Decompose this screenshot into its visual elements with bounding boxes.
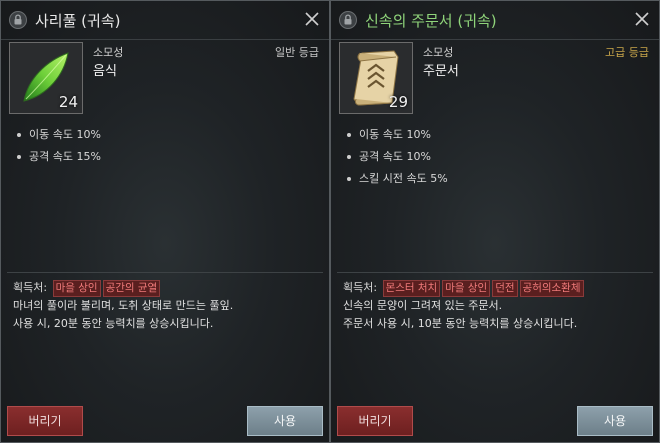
item-tooltip-panel: 신속의 주문서 (귀속) 29 소모성 주문서 고급 등급 이동 속도 10% … <box>330 0 660 443</box>
acquire-label: 획득처: <box>343 281 378 294</box>
item-slot: 24 <box>9 42 83 114</box>
item-category: 음식 <box>93 64 117 79</box>
divider <box>7 272 323 273</box>
stat-item: 공격 속도 10% <box>347 146 448 168</box>
description-line: 신속의 문양이 그려져 있는 주문서. <box>343 299 503 312</box>
acquire-sources: 획득처: 마을 상인 공간의 균열 <box>13 279 161 297</box>
acquire-tag[interactable]: 공간의 균열 <box>102 280 161 297</box>
lock-icon <box>339 11 357 29</box>
lock-icon <box>9 11 27 29</box>
stat-item: 공격 속도 15% <box>17 146 101 168</box>
close-icon[interactable] <box>303 10 321 28</box>
item-category: 주문서 <box>423 64 459 79</box>
item-grade: 일반 등급 <box>275 46 319 59</box>
stat-list: 이동 속도 10% 공격 속도 15% <box>17 124 101 168</box>
title-bar: 신속의 주문서 (귀속) <box>331 1 659 40</box>
divider <box>337 272 653 273</box>
item-count: 24 <box>58 93 78 111</box>
use-button[interactable]: 사용 <box>247 406 323 436</box>
description-line: 주문서 사용 시, 10분 동안 능력치를 상승시킵니다. <box>343 317 578 330</box>
stat-item: 이동 속도 10% <box>17 124 101 146</box>
stat-item: 스킬 시전 속도 5% <box>347 168 448 190</box>
description-line: 마녀의 풀이라 불리며, 도취 상태로 만드는 풀잎. <box>13 299 234 312</box>
description-line: 사용 시, 20분 동안 능력치를 상승시킵니다. <box>13 317 214 330</box>
item-type: 소모성 <box>93 46 124 59</box>
acquire-tag[interactable]: 마을 상인 <box>442 280 491 297</box>
item-description: 신속의 문양이 그려져 있는 주문서. 주문서 사용 시, 10분 동안 능력치… <box>343 297 577 333</box>
close-icon[interactable] <box>633 10 651 28</box>
item-grade: 고급 등급 <box>605 46 649 59</box>
item-count: 29 <box>388 93 408 111</box>
stat-item: 이동 속도 10% <box>347 124 448 146</box>
item-slot: 29 <box>339 42 413 114</box>
item-description: 마녀의 풀이라 불리며, 도취 상태로 만드는 풀잎. 사용 시, 20분 동안… <box>13 297 233 333</box>
item-tooltip-panel: 사리풀 (귀속) 24 소모성 음식 일반 등급 이동 속도 10% 공격 속도… <box>0 0 330 443</box>
acquire-label: 획득처: <box>13 281 48 294</box>
acquire-tag[interactable]: 던전 <box>492 280 518 297</box>
acquire-tag[interactable]: 마을 상인 <box>52 280 101 297</box>
item-type: 소모성 <box>423 46 454 59</box>
item-title: 사리풀 (귀속) <box>35 12 121 30</box>
use-button[interactable]: 사용 <box>577 406 653 436</box>
discard-button[interactable]: 버리기 <box>337 406 413 436</box>
acquire-tag[interactable]: 공허의소환체 <box>519 280 584 297</box>
acquire-sources: 획득처: 몬스터 처치 마을 상인 던전 공허의소환체 <box>343 279 584 297</box>
stat-list: 이동 속도 10% 공격 속도 10% 스킬 시전 속도 5% <box>347 124 448 190</box>
item-title: 신속의 주문서 (귀속) <box>365 12 497 30</box>
acquire-tag[interactable]: 몬스터 처치 <box>382 280 441 297</box>
title-bar: 사리풀 (귀속) <box>1 1 329 40</box>
discard-button[interactable]: 버리기 <box>7 406 83 436</box>
